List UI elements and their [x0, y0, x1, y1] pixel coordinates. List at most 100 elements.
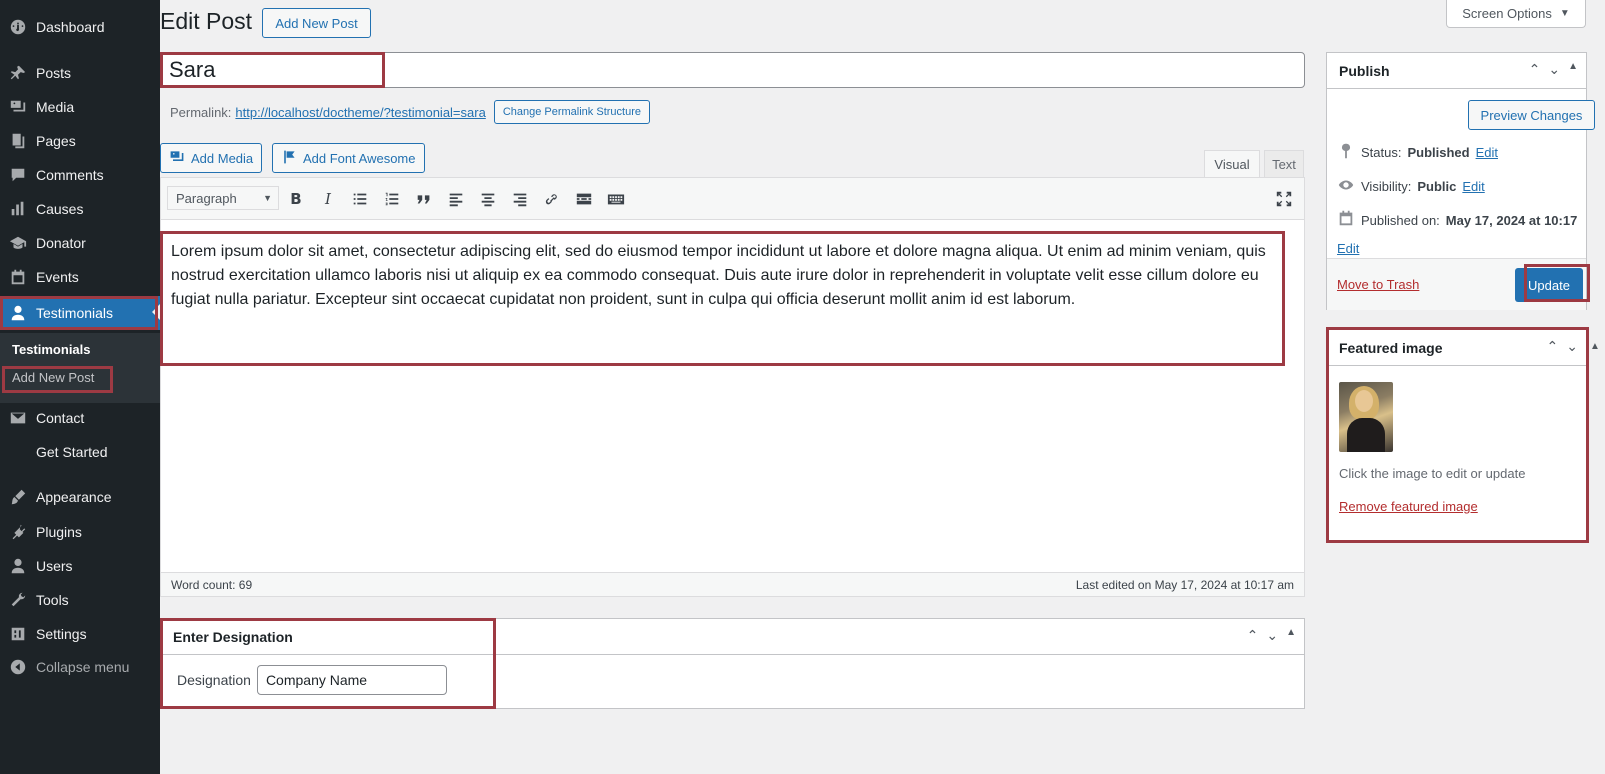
chevron-up-icon[interactable]: ⌃ — [1247, 627, 1259, 644]
menu-get-started[interactable]: Get Started — [0, 435, 160, 469]
pages-icon — [9, 132, 27, 150]
menu-plugins[interactable]: Plugins — [0, 515, 160, 549]
admin-sidebar: Dashboard Posts Media Pages Comments Cau… — [0, 0, 160, 774]
add-media-button[interactable]: Add Media — [160, 143, 263, 173]
caret-down-icon: ▼ — [1559, 8, 1570, 19]
screen-options-button[interactable]: Screen Options ▼ — [1446, 0, 1586, 28]
tab-visual[interactable]: Visual — [1204, 150, 1260, 178]
pin-icon — [1337, 142, 1355, 163]
update-button[interactable]: Update — [1515, 268, 1583, 302]
menu-dashboard[interactable]: Dashboard — [0, 10, 160, 44]
tab-text[interactable]: Text — [1264, 150, 1304, 178]
numbered-list-icon[interactable] — [381, 188, 403, 210]
brush-icon — [9, 488, 27, 506]
designation-input[interactable]: Company Name — [256, 665, 447, 695]
designation-label: Designation — [177, 672, 251, 688]
edit-visibility-link[interactable]: Edit — [1462, 179, 1484, 194]
editor-toolbar: Paragraph ▼ B I — [161, 178, 1304, 220]
toggle-panel-icon[interactable]: ▲ — [1568, 61, 1578, 78]
submenu-add-new-post[interactable]: Add New Post — [12, 370, 94, 385]
read-more-icon[interactable] — [573, 188, 595, 210]
chevron-up-icon[interactable]: ⌃ — [1547, 338, 1559, 355]
edit-status-link[interactable]: Edit — [1476, 145, 1498, 160]
bold-icon[interactable]: B — [285, 188, 307, 210]
menu-contact[interactable]: Contact — [0, 401, 160, 435]
featured-image-hint: Click the image to edit or update — [1339, 466, 1526, 481]
add-font-awesome-button[interactable]: Add Font Awesome — [272, 143, 425, 173]
blockquote-icon[interactable] — [413, 188, 435, 210]
chevron-up-icon[interactable]: ⌃ — [1529, 61, 1541, 78]
align-center-icon[interactable] — [477, 188, 499, 210]
media-icon — [169, 149, 185, 168]
chevron-down-icon[interactable]: ⌄ — [1548, 61, 1560, 78]
permalink-link[interactable]: http://localhost/doctheme/?testimonial=s… — [235, 105, 485, 120]
visibility-value: Public — [1417, 179, 1457, 194]
featured-image-thumbnail[interactable] — [1339, 382, 1393, 452]
wrench-icon — [9, 591, 27, 609]
media-icon — [9, 98, 27, 116]
align-left-icon[interactable] — [445, 188, 467, 210]
eye-icon — [1337, 176, 1355, 197]
preview-changes-button[interactable]: Preview Changes — [1468, 100, 1595, 130]
chevron-down-icon[interactable]: ⌄ — [1566, 338, 1578, 355]
chevron-down-icon[interactable]: ⌄ — [1266, 627, 1278, 644]
flag-icon — [281, 149, 297, 168]
menu-testimonials[interactable]: Testimonials — [0, 296, 160, 330]
content-editor: Paragraph ▼ B I Lorem ipsum dolor sit am… — [160, 177, 1305, 597]
page-title: Edit Post — [160, 8, 253, 34]
published-date: May 17, 2024 at 10:17 — [1445, 213, 1578, 228]
plug-icon — [9, 523, 27, 541]
current-menu-arrow — [152, 304, 160, 320]
caret-down-icon: ▼ — [263, 193, 272, 203]
mail-icon — [9, 409, 27, 427]
fullscreen-icon[interactable] — [1273, 188, 1295, 210]
calendar-icon — [9, 268, 27, 286]
permalink-row: Permalink: http://localhost/doctheme/?te… — [170, 100, 650, 124]
italic-icon[interactable]: I — [317, 188, 339, 210]
calendar-icon — [1337, 209, 1355, 233]
menu-posts[interactable]: Posts — [0, 56, 160, 90]
menu-media[interactable]: Media — [0, 90, 160, 124]
editor-status-bar: Word count: 69 Last edited on May 17, 20… — [161, 572, 1304, 596]
align-right-icon[interactable] — [509, 188, 531, 210]
submenu-testimonials[interactable]: Testimonials — [12, 342, 91, 357]
link-icon[interactable] — [541, 188, 563, 210]
designation-title: Enter Designation — [161, 619, 1304, 655]
menu-collapse[interactable]: Collapse menu — [0, 650, 160, 684]
toggle-panel-icon[interactable]: ▲ — [1590, 341, 1600, 352]
dashboard-icon — [9, 18, 27, 36]
publish-metabox: Publish ⌃ ⌄ ▲ Preview Changes Status: Pu… — [1326, 52, 1595, 310]
keyboard-icon[interactable] — [605, 188, 627, 210]
menu-comments[interactable]: Comments — [0, 158, 160, 192]
editor-body-text[interactable]: Lorem ipsum dolor sit amet, consectetur … — [171, 240, 1291, 312]
remove-featured-image-link[interactable]: Remove featured image — [1339, 499, 1478, 514]
menu-pages[interactable]: Pages — [0, 124, 160, 158]
user-icon — [9, 304, 27, 322]
post-title-input[interactable]: Sara — [160, 52, 1305, 88]
users-icon — [9, 557, 27, 575]
testimonials-submenu: Testimonials Add New Post — [0, 333, 160, 403]
mortarboard-icon — [9, 234, 27, 252]
pin-icon — [9, 64, 27, 82]
menu-causes[interactable]: Causes — [0, 192, 160, 226]
word-count: Word count: 69 — [171, 577, 253, 592]
menu-tools[interactable]: Tools — [0, 583, 160, 617]
toggle-panel-icon[interactable]: ▲ — [1286, 627, 1296, 644]
move-to-trash-link[interactable]: Move to Trash — [1337, 277, 1419, 292]
menu-users[interactable]: Users — [0, 549, 160, 583]
last-edited: Last edited on May 17, 2024 at 10:17 am — [1075, 577, 1294, 592]
chart-icon — [9, 200, 27, 218]
bullet-list-icon[interactable] — [349, 188, 371, 210]
edit-date-link[interactable]: Edit — [1337, 239, 1359, 259]
comments-icon — [9, 166, 27, 184]
designation-metabox: Enter Designation ⌃ ⌄ ▲ Designation Comp… — [160, 618, 1305, 709]
menu-events[interactable]: Events — [0, 260, 160, 294]
status-value: Published — [1407, 145, 1470, 160]
menu-donator[interactable]: Donator — [0, 226, 160, 260]
format-select[interactable]: Paragraph ▼ — [167, 186, 279, 210]
settings-icon — [9, 625, 27, 643]
menu-appearance[interactable]: Appearance — [0, 480, 160, 514]
change-permalink-button[interactable]: Change Permalink Structure — [493, 100, 650, 124]
add-new-post-button[interactable]: Add New Post — [262, 8, 371, 38]
menu-settings[interactable]: Settings — [0, 617, 160, 651]
